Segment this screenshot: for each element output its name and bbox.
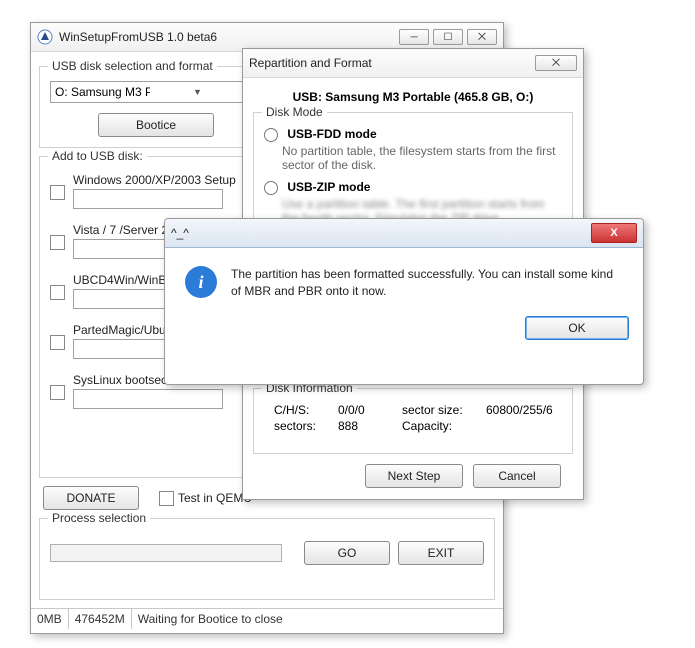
repart-usb-line: USB: Samsung M3 Portable (465.8 GB, O:) (253, 90, 573, 104)
status-text: Waiting for Bootice to close (132, 609, 503, 629)
chs-label: C/H/S: (274, 403, 334, 417)
sectorsize-label: sector size: (402, 403, 482, 417)
alert-message: The partition has been formatted success… (231, 266, 623, 300)
progress-bar (50, 544, 282, 562)
label-fdd: USB-FDD mode (287, 127, 376, 141)
add-usb-legend: Add to USB disk: (48, 149, 147, 163)
sectors-value: 888 (338, 419, 398, 433)
close-button[interactable]: ⨉ (467, 29, 497, 45)
label-test-qemu: Test in QEMU (178, 491, 252, 505)
usb-disk-combo[interactable]: O: Samsung M3 Portable (476930. ▼ (50, 81, 248, 103)
checkbox-win2000[interactable] (50, 185, 65, 200)
path-win2000[interactable] (73, 189, 223, 209)
alert-title: ^_^ (171, 226, 591, 240)
usb-disk-value: O: Samsung M3 Portable (476930. (55, 85, 150, 99)
label-zip: USB-ZIP mode (287, 180, 370, 194)
capacity-label: Capacity: (402, 419, 482, 433)
radio-zip[interactable] (264, 181, 278, 195)
info-icon: i (185, 266, 217, 298)
sectors-label: sectors: (274, 419, 334, 433)
app-icon (37, 29, 53, 45)
checkbox-parted[interactable] (50, 335, 65, 350)
checkbox-ubcd[interactable] (50, 285, 65, 300)
process-legend: Process selection (48, 511, 150, 525)
exit-button[interactable]: EXIT (398, 541, 484, 565)
bootice-button[interactable]: Bootice (98, 113, 214, 137)
usb-select-legend: USB disk selection and format (48, 59, 217, 73)
capacity-value (486, 419, 576, 433)
donate-button[interactable]: DONATE (43, 486, 139, 510)
repart-close-button[interactable]: ⨉ (535, 55, 577, 71)
path-syslinux[interactable] (73, 389, 223, 409)
desc-fdd: No partition table, the filesystem start… (282, 144, 562, 172)
disk-mode-legend: Disk Mode (262, 105, 327, 119)
chs-value: 0/0/0 (338, 403, 398, 417)
checkbox-test-qemu[interactable] (159, 491, 174, 506)
alert-close-button[interactable]: X (591, 223, 637, 243)
radio-fdd[interactable] (264, 128, 278, 142)
cancel-button[interactable]: Cancel (473, 464, 561, 488)
go-button[interactable]: GO (304, 541, 390, 565)
main-title: WinSetupFromUSB 1.0 beta6 (59, 30, 395, 44)
maximize-button[interactable]: ☐ (433, 29, 463, 45)
status-total: 476452M (69, 609, 132, 629)
ok-button[interactable]: OK (525, 316, 629, 340)
checkbox-syslinux[interactable] (50, 385, 65, 400)
status-mb: 0MB (31, 609, 69, 629)
checkbox-vista7[interactable] (50, 235, 65, 250)
next-step-button[interactable]: Next Step (365, 464, 463, 488)
chevron-down-icon: ▼ (150, 87, 245, 97)
status-bar: 0MB 476452M Waiting for Bootice to close (31, 608, 503, 629)
minimize-button[interactable]: ─ (399, 29, 429, 45)
repart-title: Repartition and Format (249, 56, 531, 70)
sectorsize-value: 60800/255/6 (486, 403, 576, 417)
